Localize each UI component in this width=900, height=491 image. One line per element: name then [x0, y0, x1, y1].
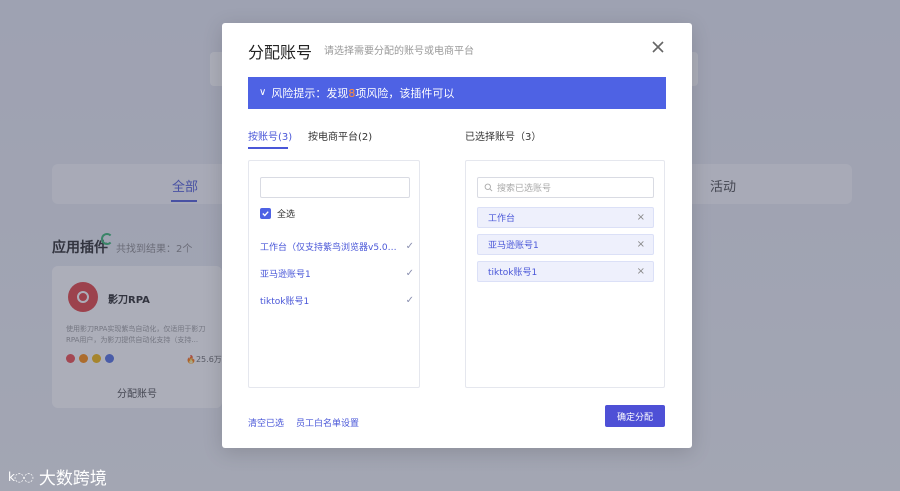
- selected-search-input[interactable]: 搜索已选账号: [477, 177, 654, 198]
- selected-accounts-panel: 搜索已选账号 工作台 × 亚马逊账号1 × tiktok账号1 ×: [465, 160, 665, 388]
- selected-chip: 工作台 ×: [477, 207, 654, 228]
- selected-chip-list: 工作台 × 亚马逊账号1 × tiktok账号1 ×: [477, 207, 654, 288]
- account-label: 亚马逊账号1: [260, 270, 311, 280]
- list-item[interactable]: 工作台（仅支持紫鸟浏览器v5.0系... ✓: [260, 233, 414, 260]
- tab-by-platform[interactable]: 按电商平台(2): [308, 128, 372, 143]
- selected-accounts-title: 已选择账号（3）: [465, 132, 542, 143]
- remove-icon[interactable]: ×: [637, 212, 645, 223]
- account-label: 工作台（仅支持紫鸟浏览器v5.0系...: [260, 243, 398, 253]
- select-all-label: 全选: [277, 210, 296, 220]
- selected-search-placeholder: 搜索已选账号: [497, 184, 552, 194]
- selected-chip: 亚马逊账号1 ×: [477, 234, 654, 255]
- chip-label: 亚马逊账号1: [488, 241, 539, 251]
- dialog-subtitle: 请选择需要分配的账号或电商平台: [324, 46, 474, 57]
- remove-icon[interactable]: ×: [637, 266, 645, 277]
- assign-account-dialog: 分配账号 请选择需要分配的账号或电商平台 ∨ 风险提示：发现8项风险，该插件可以…: [222, 23, 692, 448]
- selected-chip: tiktok账号1 ×: [477, 261, 654, 282]
- risk-warning-banner[interactable]: ∨ 风险提示：发现8项风险，该插件可以: [248, 77, 666, 109]
- close-icon: [652, 41, 664, 53]
- remove-icon[interactable]: ×: [637, 239, 645, 250]
- search-icon: [484, 183, 493, 192]
- select-all-checkbox[interactable]: 全选: [260, 207, 295, 220]
- account-list: 工作台（仅支持紫鸟浏览器v5.0系... ✓ 亚马逊账号1 ✓ tiktok账号…: [260, 233, 414, 314]
- confirm-assign-button[interactable]: 确定分配: [605, 405, 665, 427]
- chip-label: 工作台: [488, 214, 516, 224]
- clear-selection-link[interactable]: 清空已选: [248, 416, 284, 429]
- tab-by-account[interactable]: 按账号(3): [248, 128, 292, 143]
- watermark: k◌◌ 大数跨境: [8, 464, 107, 489]
- checkbox-checked-icon: [260, 208, 271, 219]
- account-list-panel: 全选 工作台（仅支持紫鸟浏览器v5.0系... ✓ 亚马逊账号1 ✓ tikto…: [248, 160, 420, 388]
- close-button[interactable]: [649, 38, 667, 56]
- check-icon: ✓: [405, 268, 414, 279]
- chip-label: tiktok账号1: [488, 268, 538, 278]
- list-item[interactable]: 亚马逊账号1 ✓: [260, 260, 414, 287]
- check-icon: ✓: [405, 295, 414, 306]
- check-icon: ✓: [405, 241, 414, 252]
- whitelist-settings-link[interactable]: 员工白名单设置: [296, 416, 359, 429]
- account-search-input[interactable]: [260, 177, 410, 198]
- risk-warning-text: 风险提示：发现8项风险，该插件可以: [271, 87, 455, 100]
- watermark-text: 大数跨境: [38, 469, 107, 489]
- account-label: tiktok账号1: [260, 297, 310, 307]
- tab-underline: [248, 147, 288, 149]
- list-item[interactable]: tiktok账号1 ✓: [260, 287, 414, 314]
- dialog-title: 分配账号: [248, 43, 313, 62]
- watermark-logo-icon: k◌◌: [8, 469, 34, 484]
- double-chevron-down-icon: ∨: [259, 87, 267, 98]
